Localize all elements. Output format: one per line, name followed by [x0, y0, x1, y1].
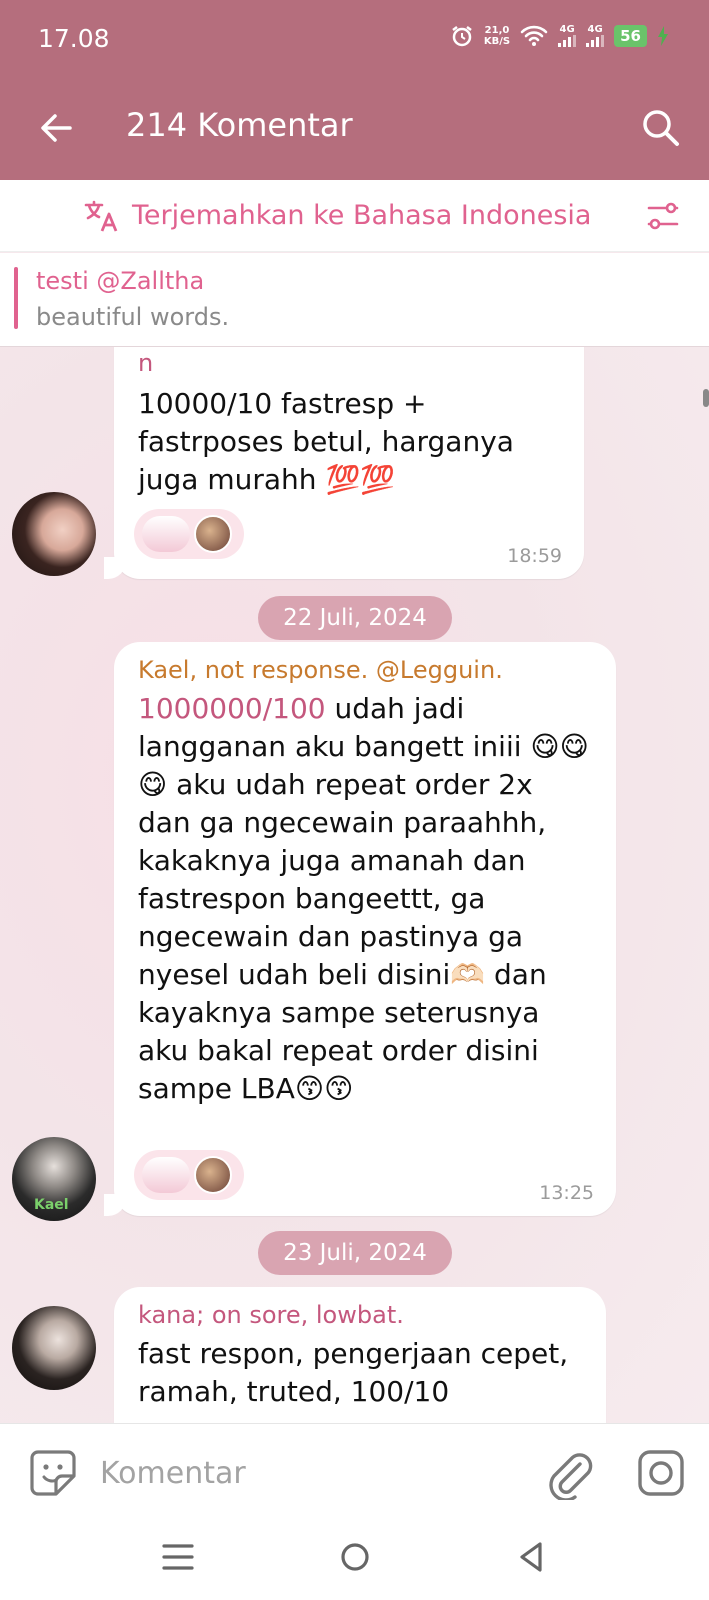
avatar[interactable]	[12, 492, 96, 576]
avatar[interactable]: Kael	[12, 1137, 96, 1221]
comment-text: 1000000/100 udah jadi langganan aku bang…	[138, 690, 594, 1108]
attach-icon[interactable]	[544, 1446, 594, 1500]
signal-1: 4G	[558, 24, 577, 47]
search-icon[interactable]	[637, 104, 685, 152]
signal-1-label: 4G	[559, 24, 575, 35]
pinned-indicator	[14, 267, 18, 329]
reaction-sticker	[142, 1157, 190, 1193]
reactions[interactable]	[134, 509, 244, 559]
comment-highlight: 1000000/100	[138, 692, 326, 725]
signal-2: 4G	[586, 24, 605, 47]
reaction-avatar	[194, 515, 232, 553]
net-speed-value: 21,0	[484, 25, 510, 36]
scrollbar[interactable]	[703, 389, 709, 407]
app-bar: 214 Komentar	[0, 80, 709, 180]
wifi-icon	[520, 25, 548, 46]
date-separator: 22 Juli, 2024	[258, 596, 452, 640]
reactions[interactable]	[134, 1150, 244, 1200]
avatar[interactable]	[12, 1306, 96, 1390]
translate-bar[interactable]: Terjemahkan ke Bahasa Indonesia	[0, 180, 709, 252]
signal-bars-icon	[558, 35, 577, 47]
net-speed-unit: KB/S	[483, 36, 511, 47]
back-arrow-icon[interactable]	[36, 108, 76, 148]
home-icon[interactable]	[333, 1535, 377, 1579]
pinned-title: testi @Zalltha	[36, 267, 205, 295]
net-speed: 21,0 KB/S	[484, 25, 510, 47]
page-title: 214 Komentar	[126, 106, 353, 144]
comment-sender[interactable]: n	[138, 349, 153, 377]
date-separator: 23 Juli, 2024	[258, 1231, 452, 1275]
comment-time: 13:25	[539, 1182, 594, 1204]
comment-bubble[interactable]: Kael, not response. @Legguin. 1000000/10…	[104, 642, 616, 1216]
translate-icon	[84, 200, 118, 232]
charging-icon	[658, 26, 668, 46]
comment-list[interactable]: n 10000/10 fastresp + fastrposes betul, …	[0, 347, 709, 1423]
comment-text: 10000/10 fastresp + fastrposes betul, ha…	[138, 387, 514, 496]
status-bar: 17.08 21,0 KB/S 4G 4G 56	[0, 0, 709, 80]
pinned-text: beautiful words.	[36, 303, 230, 331]
system-navbar	[0, 1521, 709, 1600]
back-triangle-icon[interactable]	[510, 1535, 554, 1579]
alarm-icon	[452, 26, 472, 47]
comment-sender[interactable]: kana; on sore, lowbat.	[138, 1301, 404, 1329]
recents-menu-icon[interactable]	[156, 1535, 200, 1579]
comment-sender[interactable]: Kael, not response. @Legguin.	[138, 656, 503, 684]
settings-sliders-icon[interactable]	[645, 198, 681, 234]
reaction-sticker	[142, 516, 190, 552]
comment-text: fast respon, pengerjaan cepet, ramah, tr…	[138, 1337, 569, 1408]
comment-bubble[interactable]: kana; on sore, lowbat. fast respon, peng…	[114, 1287, 606, 1423]
comment-input[interactable]	[100, 1446, 520, 1500]
signal-bars-icon	[586, 35, 605, 47]
pinned-message[interactable]: testi @Zalltha beautiful words.	[0, 253, 709, 347]
bubble-tail	[104, 1194, 126, 1216]
avatar-label: Kael	[34, 1197, 69, 1213]
comment-time: 18:59	[507, 545, 562, 567]
reaction-avatar	[194, 1156, 232, 1194]
translate-label[interactable]: Terjemahkan ke Bahasa Indonesia	[132, 200, 591, 231]
status-icons: 21,0 KB/S 4G 4G 56	[450, 24, 669, 48]
bubble-tail	[104, 557, 126, 579]
signal-2-label: 4G	[587, 24, 603, 35]
comment-composer	[0, 1423, 709, 1521]
battery-level: 56	[614, 25, 647, 47]
instagram-icon[interactable]	[636, 1448, 686, 1498]
status-time: 17.08	[38, 24, 110, 53]
comment-bubble[interactable]: n 10000/10 fastresp + fastrposes betul, …	[104, 347, 584, 579]
comment-body: udah jadi langganan aku bangett iniii 😋😋…	[138, 692, 589, 1105]
sticker-icon[interactable]	[28, 1448, 78, 1498]
